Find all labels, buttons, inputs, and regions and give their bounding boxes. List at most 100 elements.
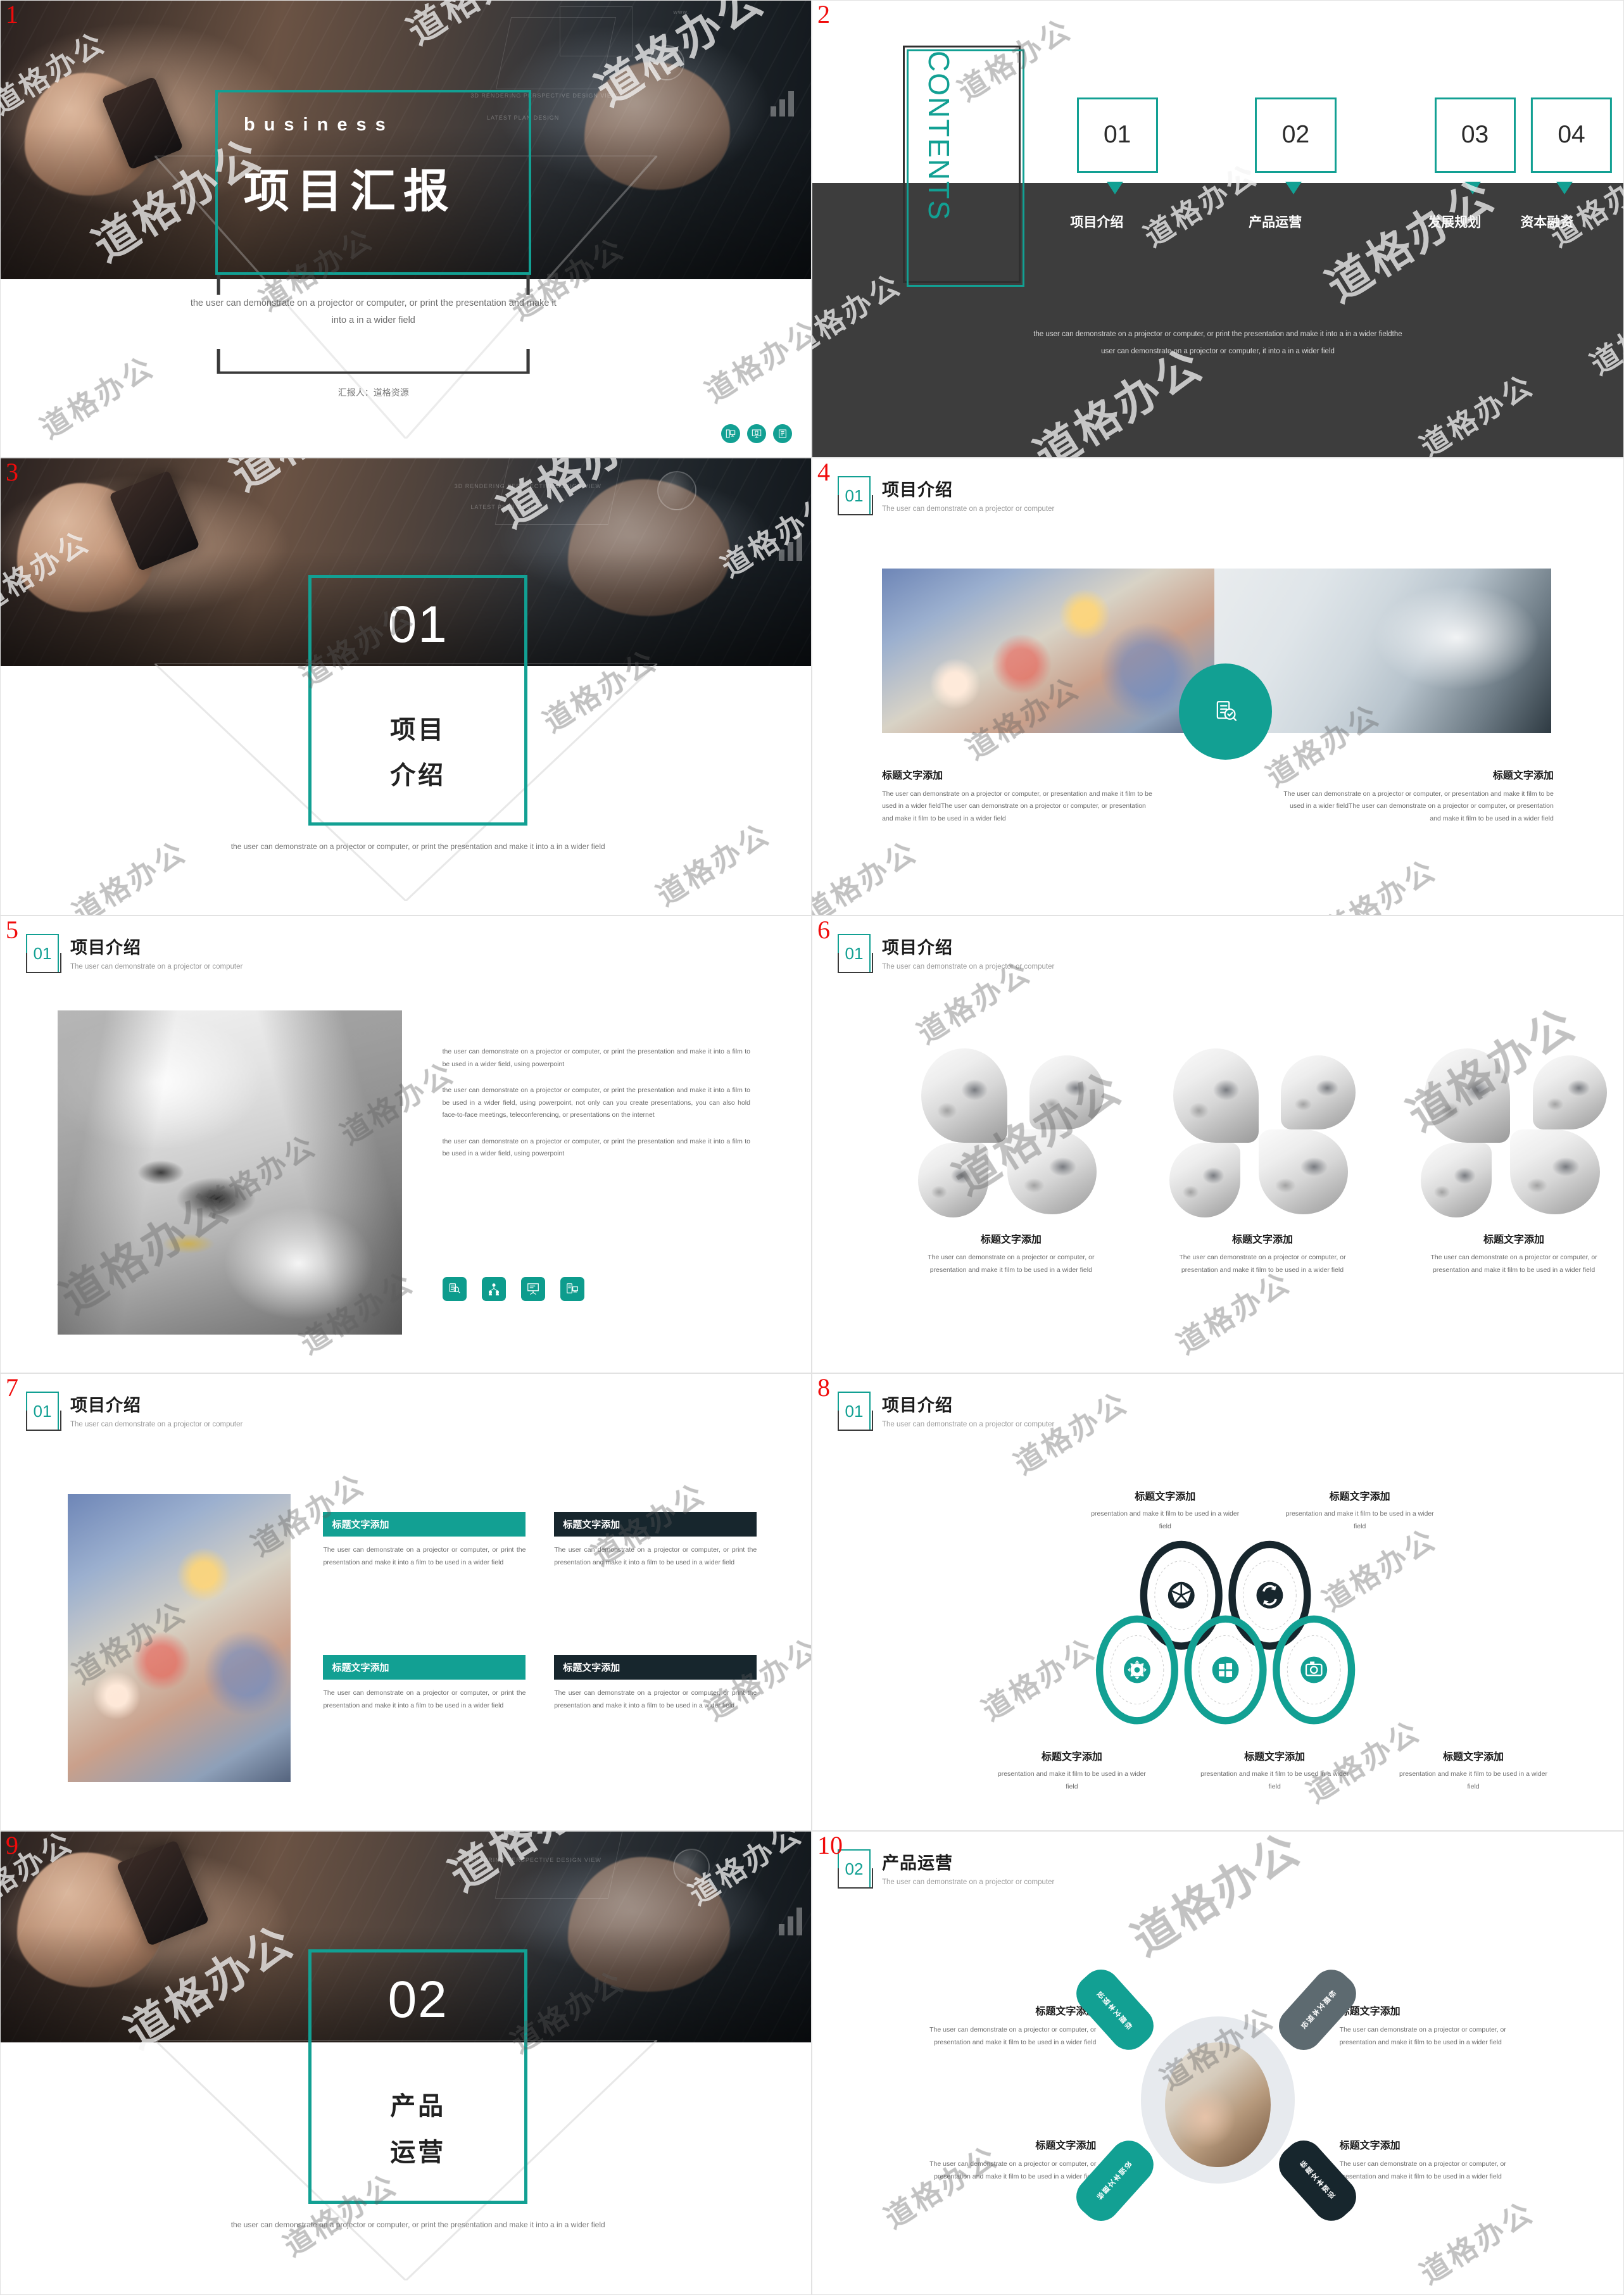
slide-6-content[interactable]: 01 项目介绍 The user can demonstrate on a pr… — [812, 915, 1624, 1373]
contents-arrow-3 — [1464, 182, 1481, 195]
cover-author: 汇报人：道格资源 — [337, 387, 409, 398]
card-body: The user can demonstrate on a projector … — [928, 1254, 1095, 1274]
slide-7-content[interactable]: 01 项目介绍 The user can demonstrate on a pr… — [0, 1373, 812, 1831]
slide5-paragraphs: the user can demonstrate on a projector … — [443, 1046, 750, 1160]
slide-10-content[interactable]: 02 产品运营 The user can demonstrate on a pr… — [812, 1831, 1624, 2295]
slide-1-cover[interactable]: 3D RENDERING PERSPECTIVE DESIGN VIEW LAT… — [0, 0, 812, 458]
slide-9-divider[interactable]: 3D RENDERING PERSPECTIVE DESIGN VIEW 02 … — [0, 1831, 812, 2295]
slide7-card-1[interactable]: 标题文字添加 The user can demonstrate on a pro… — [323, 1512, 526, 1569]
slide10-quad-4: 标题文字添加 The user can demonstrate on a pro… — [1340, 2137, 1518, 2183]
slide5-desk-photo — [57, 1010, 402, 1335]
card-title: 标题文字添加 — [1231, 1233, 1293, 1246]
header-number-box: 01 — [838, 1392, 873, 1431]
divider-subtitle: the user can demonstrate on a projector … — [230, 842, 605, 852]
document-search-icon[interactable] — [442, 1276, 467, 1301]
contents-footer-line2: user can demonstrate on a projector or c… — [1101, 347, 1335, 355]
card-title: 标题文字添加 — [554, 1655, 757, 1680]
slide-5-content[interactable]: 01 项目介绍 The user can demonstrate on a pr… — [0, 915, 812, 1373]
slide6-col-2: 标题文字添加 The user can demonstrate on a pro… — [1161, 1231, 1364, 1276]
slide-deck: 3D RENDERING PERSPECTIVE DESIGN VIEW LAT… — [0, 0, 1624, 2295]
card-body: The user can demonstrate on a projector … — [1339, 2026, 1506, 2046]
slide6-image-1 — [917, 1048, 1105, 1218]
slide-number: 9 — [6, 1831, 18, 1859]
slide-2-contents[interactable]: CONTENTS 01 02 03 04 项目介绍 产品运营 发展规划 资本融资… — [812, 0, 1624, 458]
card-body: The user can demonstrate on a projector … — [1283, 789, 1554, 822]
contents-word: CONTENTS — [922, 51, 955, 222]
slide-header: 01 项目介绍 The user can demonstrate on a pr… — [26, 1392, 242, 1431]
book-icon[interactable] — [773, 424, 792, 443]
card-body: The user can demonstrate on a projector … — [1339, 2160, 1506, 2180]
slide-number: 6 — [817, 915, 830, 944]
contents-number-03[interactable]: 03 — [1434, 97, 1516, 173]
slide6-col-1: 标题文字添加 The user can demonstrate on a pro… — [910, 1231, 1112, 1276]
slide-8-content[interactable]: 01 项目介绍 The user can demonstrate on a pr… — [812, 1373, 1624, 1831]
slide-number: 4 — [817, 458, 830, 486]
slide-number: 10 — [817, 1831, 843, 1859]
contents-number-02[interactable]: 02 — [1255, 97, 1337, 173]
presentation-board-icon[interactable] — [520, 1276, 545, 1301]
aperture-icon — [1168, 1581, 1195, 1609]
header-number-box: 01 — [838, 934, 873, 973]
refresh-icon — [1256, 1581, 1283, 1609]
slide8-top-2: 标题文字添加 presentation and make it film to … — [1279, 1488, 1441, 1533]
slide-header: 01 项目介绍 The user can demonstrate on a pr… — [838, 934, 1054, 973]
card-body: The user can demonstrate on a projector … — [554, 1546, 757, 1566]
contents-arrow-2 — [1285, 182, 1302, 195]
card-body: The user can demonstrate on a projector … — [323, 1689, 526, 1709]
page-title: 项目介绍 — [882, 481, 953, 500]
card-title: 标题文字添加 — [554, 1512, 757, 1537]
slide7-image — [68, 1494, 291, 1782]
slide8-bottom-2: 标题文字添加 presentation and make it film to … — [1193, 1748, 1356, 1793]
card-title: 标题文字添加 — [1329, 1490, 1390, 1503]
card-title: 标题文字添加 — [1483, 1233, 1545, 1246]
network-people-icon[interactable] — [481, 1276, 506, 1301]
slide4-left-block: 标题文字添加 The user can demonstrate on a pro… — [882, 767, 1158, 825]
contents-number-04[interactable]: 04 — [1530, 97, 1613, 173]
slide-4-content[interactable]: 01 项目介绍 The user can demonstrate on a pr… — [812, 458, 1624, 915]
slide-3-divider[interactable]: 3D RENDERING PERSPECTIVE DESIGN VIEW LAT… — [0, 458, 812, 915]
page-subtitle: The user can demonstrate on a projector … — [70, 963, 243, 971]
document-search-icon — [1179, 663, 1273, 760]
card-title: 标题文字添加 — [980, 1233, 1042, 1246]
card-title: 标题文字添加 — [882, 769, 943, 781]
contents-label-4[interactable]: 资本融资 — [1520, 212, 1573, 231]
desktop-computer-icon[interactable] — [721, 424, 740, 443]
slide7-card-4[interactable]: 标题文字添加 The user can demonstrate on a pro… — [554, 1655, 757, 1712]
monitor-document-icon[interactable] — [747, 424, 766, 443]
card-body: The user can demonstrate on a projector … — [323, 1546, 526, 1566]
card-title: 标题文字添加 — [1035, 2005, 1097, 2018]
paragraph-1: the user can demonstrate on a projector … — [442, 1048, 750, 1068]
slide8-bottom-3: 标题文字添加 presentation and make it film to … — [1392, 1748, 1554, 1793]
slide4-right-block: 标题文字添加 The user can demonstrate on a pro… — [1278, 767, 1554, 825]
slide7-card-3[interactable]: 标题文字添加 The user can demonstrate on a pro… — [323, 1655, 526, 1712]
document-monitor-icon[interactable] — [560, 1276, 584, 1301]
slide-header: 01 项目介绍 The user can demonstrate on a pr… — [838, 476, 1054, 515]
page-subtitle: The user can demonstrate on a projector … — [70, 1421, 243, 1428]
divider-number: 01 — [387, 596, 448, 654]
slide8-top-1: 标题文字添加 presentation and make it film to … — [1084, 1488, 1246, 1533]
slide8-ring-diagram — [1096, 1540, 1356, 1725]
page-subtitle: The user can demonstrate on a projector … — [882, 963, 1055, 971]
contents-label-1[interactable]: 项目介绍 — [1070, 212, 1123, 231]
card-title: 标题文字添加 — [1135, 1490, 1196, 1503]
divider-title-line1: 产品 — [390, 2092, 446, 2122]
slide6-image-3 — [1420, 1048, 1608, 1218]
page-title: 产品运营 — [882, 1854, 953, 1873]
slide-number: 1 — [6, 0, 18, 28]
card-body: The user can demonstrate on a projector … — [929, 2026, 1097, 2046]
slide7-card-2[interactable]: 标题文字添加 The user can demonstrate on a pro… — [554, 1512, 757, 1569]
contents-number-01[interactable]: 01 — [1076, 97, 1158, 173]
divider-subtitle: the user can demonstrate on a projector … — [230, 2220, 605, 2230]
paragraph-3: the user can demonstrate on a projector … — [442, 1137, 750, 1158]
contents-word-frame — [903, 45, 1025, 287]
divider-title-line1: 项目 — [390, 715, 446, 745]
slide10-quad-3: 标题文字添加 The user can demonstrate on a pro… — [918, 2137, 1096, 2183]
card-title: 标题文字添加 — [1244, 1751, 1306, 1763]
x-diagram-center-photo — [1165, 2042, 1271, 2167]
card-title: 标题文字添加 — [1339, 2139, 1401, 2152]
contents-label-2[interactable]: 产品运营 — [1249, 212, 1302, 231]
contents-label-3[interactable]: 发展规划 — [1428, 212, 1481, 231]
card-body: The user can demonstrate on a projector … — [1179, 1254, 1346, 1274]
card-title: 标题文字添加 — [323, 1655, 526, 1680]
slide-number: 2 — [817, 0, 830, 28]
